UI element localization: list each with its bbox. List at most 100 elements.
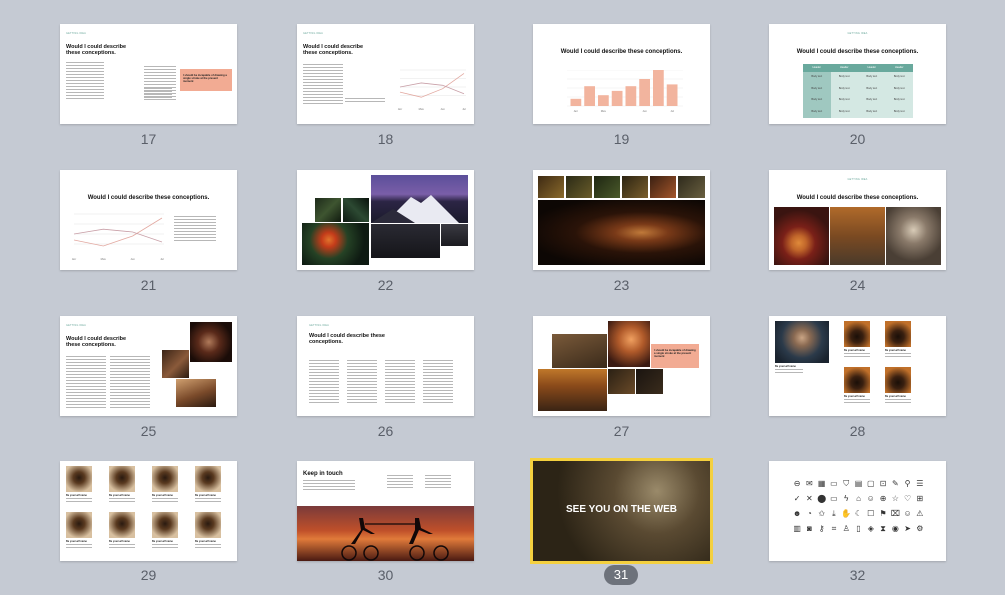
data-table: Header Header Header Header Body text Bo… — [803, 64, 913, 118]
photo-team-member — [66, 512, 92, 538]
slide-thumbnail-18[interactable]: GETTING IDEA Would I could describe thes… — [297, 24, 474, 124]
list-icon: ☰ — [916, 479, 924, 488]
photo-strip-4 — [622, 176, 648, 198]
table-header: Header — [858, 64, 886, 72]
slide-thumbnail-27[interactable]: I should be incapable of drawing a singl… — [533, 316, 710, 416]
slide-thumbnail-30[interactable]: Keep in touch — [297, 461, 474, 561]
key-icon: ⚷ — [818, 524, 825, 533]
table-cell: Body text — [885, 106, 913, 118]
series-line — [399, 82, 465, 95]
table-cell: Body text — [830, 72, 858, 84]
slide-thumbnail-28[interactable]: Be yourself name Be yourself name Be you… — [769, 316, 946, 416]
slide-thumbnail-17[interactable]: GETTING IDEA Would I could describe thes… — [60, 24, 237, 124]
tick-label: Jun — [130, 257, 135, 260]
tick-label: Jun — [642, 109, 647, 112]
photo-man-portrait — [775, 321, 829, 363]
slide-thumbnail-20[interactable]: GETTING IDEA Would I could describe thes… — [769, 24, 946, 124]
person-caption: Be yourself name — [885, 395, 906, 398]
person-bio — [109, 498, 135, 502]
person-caption: Be yourself name — [109, 540, 130, 543]
text-column — [423, 360, 453, 404]
photo-strip-2 — [566, 176, 592, 198]
text-column — [345, 98, 385, 104]
photo-team-member — [109, 512, 135, 538]
slide-thumbnail-26[interactable]: GETTING IDEA Would I could describe thes… — [297, 316, 474, 416]
person-caption: Be yourself name — [66, 540, 87, 543]
photo-strip-3 — [594, 176, 620, 198]
slide-thumbnail-25[interactable]: GETTING IDEA Would I could describe thes… — [60, 316, 237, 416]
download-icon: ⤓ — [832, 509, 836, 518]
slide-thumbnail-24[interactable]: GETTING IDEA Would I could describe thes… — [769, 170, 946, 270]
person-caption: Be yourself name — [152, 494, 173, 497]
bar — [598, 95, 609, 106]
slide-heading: Would I could describe these conceptions… — [66, 336, 127, 349]
photo-team-member — [66, 466, 92, 492]
person-caption: Be yourself name — [66, 494, 87, 497]
grid-icon: ⊞ — [916, 494, 924, 503]
slide-number: 25 — [140, 423, 157, 439]
bolt-icon: ϟ — [844, 494, 849, 503]
slide-tag: GETTING IDEA — [847, 32, 868, 35]
send-icon: ➤ — [904, 524, 911, 533]
chart-notes — [174, 216, 216, 242]
slide-number: 17 — [140, 131, 157, 147]
slide-number: 21 — [140, 277, 157, 293]
photo-texture — [162, 350, 189, 378]
warning-icon: ⚠ — [916, 509, 924, 518]
slide-thumbnail-23[interactable] — [533, 170, 710, 270]
person-icon: ♙ — [842, 524, 850, 533]
slide-thumbnail-19[interactable]: Would I could describe these conceptions… — [533, 24, 710, 124]
slide-number: 22 — [377, 277, 394, 293]
slide-heading: Would I could describe these conceptions… — [796, 49, 919, 55]
person-bio — [195, 498, 221, 502]
mail-icon: ✉ — [806, 479, 813, 488]
heart-icon: ♡ — [904, 494, 912, 503]
text-column — [303, 64, 343, 104]
slide-number: 27 — [613, 423, 630, 439]
photo-dark-2 — [636, 369, 663, 394]
slide-number: 30 — [377, 567, 394, 583]
slide-heading: Would I could describe these conceptions… — [560, 49, 683, 55]
photo-dry-flowers — [886, 207, 941, 265]
photo-person-4 — [885, 367, 911, 393]
photo-palm — [176, 379, 216, 407]
user-icon: ☺ — [866, 494, 875, 503]
location-icon: ⬤ — [817, 494, 827, 503]
bar — [625, 86, 637, 106]
text-column — [347, 360, 377, 404]
contact-column — [387, 475, 413, 489]
star-outline-icon: ✩ — [818, 509, 826, 518]
bar — [570, 98, 582, 106]
photo-bird-of-paradise — [302, 223, 369, 265]
person-caption: Be yourself name — [844, 349, 865, 352]
table-cell: Body text — [830, 83, 858, 95]
photo-dark-small — [441, 224, 468, 246]
table-cell: Body text — [803, 83, 831, 95]
bar — [639, 79, 650, 106]
photo-light-trails — [538, 200, 705, 265]
person-caption: Be yourself name — [152, 540, 173, 543]
slide-thumbnail-22[interactable] — [297, 170, 474, 270]
photo-forest-path — [538, 369, 607, 411]
camera-icon: ◙ — [806, 524, 812, 533]
photo-dark-1 — [608, 369, 635, 394]
photo-leaves — [315, 198, 341, 222]
line-chart: Apr May Jun Jul — [398, 69, 466, 110]
table-header: Header — [803, 64, 831, 72]
photo-fern — [343, 198, 369, 222]
slide-thumbnail-21[interactable]: Would I could describe these conceptions… — [60, 170, 237, 270]
slide-number: 32 — [849, 567, 866, 583]
tick-label: May — [419, 107, 425, 110]
trash-icon: ⌧ — [890, 509, 900, 518]
slide-number: 23 — [613, 277, 630, 293]
slide-thumbnail-32[interactable]: ⊖ ✉ ▦ ▭ ⛉ ▤ ▢ ⊡ ✎ ⚲ ☰ ✓ ✕ ⬤ ▭ ϟ ⌂ ☺ ⊕ ☆ … — [769, 461, 946, 561]
people-icon: ☻ — [792, 509, 802, 518]
table-cell: Body text — [803, 95, 831, 107]
photo-leaf — [190, 322, 232, 362]
person-caption: Be yourself name — [195, 540, 216, 543]
slide-thumbnail-29[interactable]: Be yourself name Be yourself name Be yours… — [60, 461, 237, 561]
hand-icon: ✋ — [841, 509, 852, 518]
flag-icon: ⚑ — [879, 509, 887, 518]
slide-thumbnail-31[interactable]: SEE YOU ON THE WEB — [530, 458, 713, 564]
slide-tag: GETTING IDEA — [66, 324, 87, 327]
